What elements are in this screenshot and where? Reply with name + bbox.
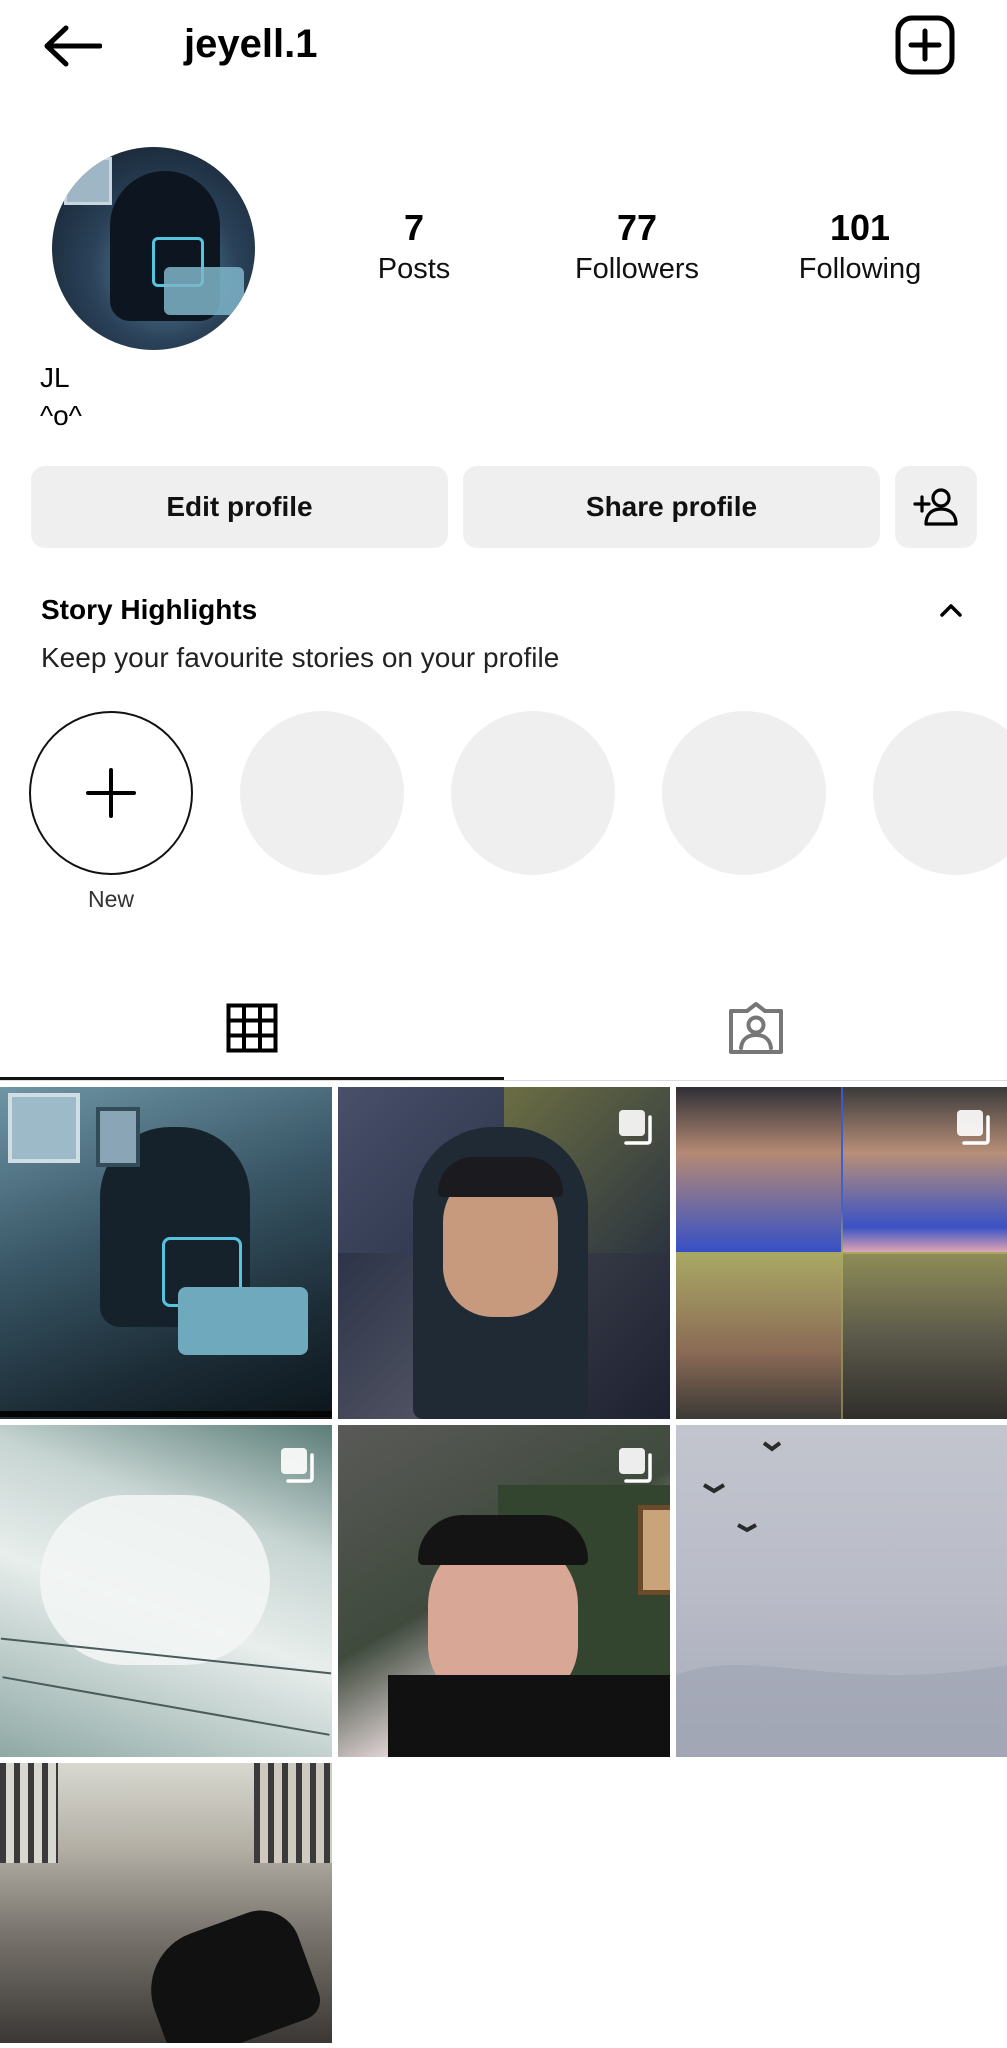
stat-followers[interactable]: 77 Followers	[547, 206, 727, 288]
stat-posts[interactable]: 7 Posts	[324, 206, 504, 288]
plus-icon	[86, 768, 136, 818]
stat-following[interactable]: 101 Following	[770, 206, 950, 288]
top-bar: jeyell.1	[0, 0, 1007, 92]
edit-profile-label: Edit profile	[166, 491, 313, 522]
arrow-left-icon	[44, 25, 102, 67]
highlights-collapse-toggle[interactable]	[930, 592, 972, 628]
share-profile-label: Share profile	[585, 491, 758, 522]
stat-value: 77	[616, 207, 658, 248]
profile-username: jeyell.1	[184, 22, 318, 66]
edit-profile-button[interactable]: Edit profile	[31, 466, 448, 548]
person-add-icon	[913, 488, 958, 526]
highlight-placeholder	[662, 711, 826, 875]
grid-icon	[226, 1003, 277, 1053]
multiple-posts-icon	[281, 1448, 314, 1483]
highlight-placeholder	[873, 711, 1007, 875]
discover-people-button[interactable]	[895, 466, 977, 548]
new-highlight-label: New	[87, 886, 134, 912]
tagged-person-icon	[728, 1002, 783, 1054]
story-highlights-subtitle: Keep your favourite stories on your prof…	[41, 642, 560, 673]
new-highlight-button[interactable]	[29, 711, 193, 875]
chevron-up-icon	[940, 604, 962, 617]
back-button[interactable]	[38, 20, 106, 72]
tab-tagged[interactable]	[504, 975, 1007, 1081]
multiple-posts-icon	[957, 1110, 990, 1145]
profile-bio: ^o^	[40, 400, 82, 431]
stat-value: 7	[403, 207, 425, 248]
highlight-placeholder	[240, 711, 404, 875]
post-thumbnail[interactable]	[338, 1425, 670, 1757]
profile-display-name: JL	[40, 362, 70, 393]
post-thumbnail[interactable]	[676, 1425, 1007, 1757]
highlight-placeholder	[451, 711, 615, 875]
post-thumbnail[interactable]	[0, 1763, 332, 2043]
multiple-posts-icon	[619, 1110, 652, 1145]
multiple-posts-icon	[619, 1448, 652, 1483]
create-post-button[interactable]	[894, 14, 956, 76]
post-thumbnail[interactable]	[338, 1087, 670, 1419]
stat-label: Following	[798, 253, 922, 285]
plus-square-icon	[895, 15, 955, 75]
stat-value: 101	[829, 207, 891, 248]
tab-divider	[0, 1080, 1007, 1081]
profile-avatar[interactable]	[52, 147, 255, 350]
tab-posts-grid[interactable]	[0, 975, 503, 1081]
post-thumbnail[interactable]	[676, 1087, 1007, 1419]
stat-label: Posts	[377, 253, 451, 285]
post-thumbnail[interactable]	[0, 1425, 332, 1757]
profile-stats: 7 Posts 77 Followers 101 Following	[320, 206, 980, 292]
stat-label: Followers	[574, 253, 700, 285]
post-thumbnail[interactable]	[0, 1087, 332, 1419]
story-highlights-title: Story Highlights	[41, 594, 258, 625]
share-profile-button[interactable]: Share profile	[463, 466, 880, 548]
